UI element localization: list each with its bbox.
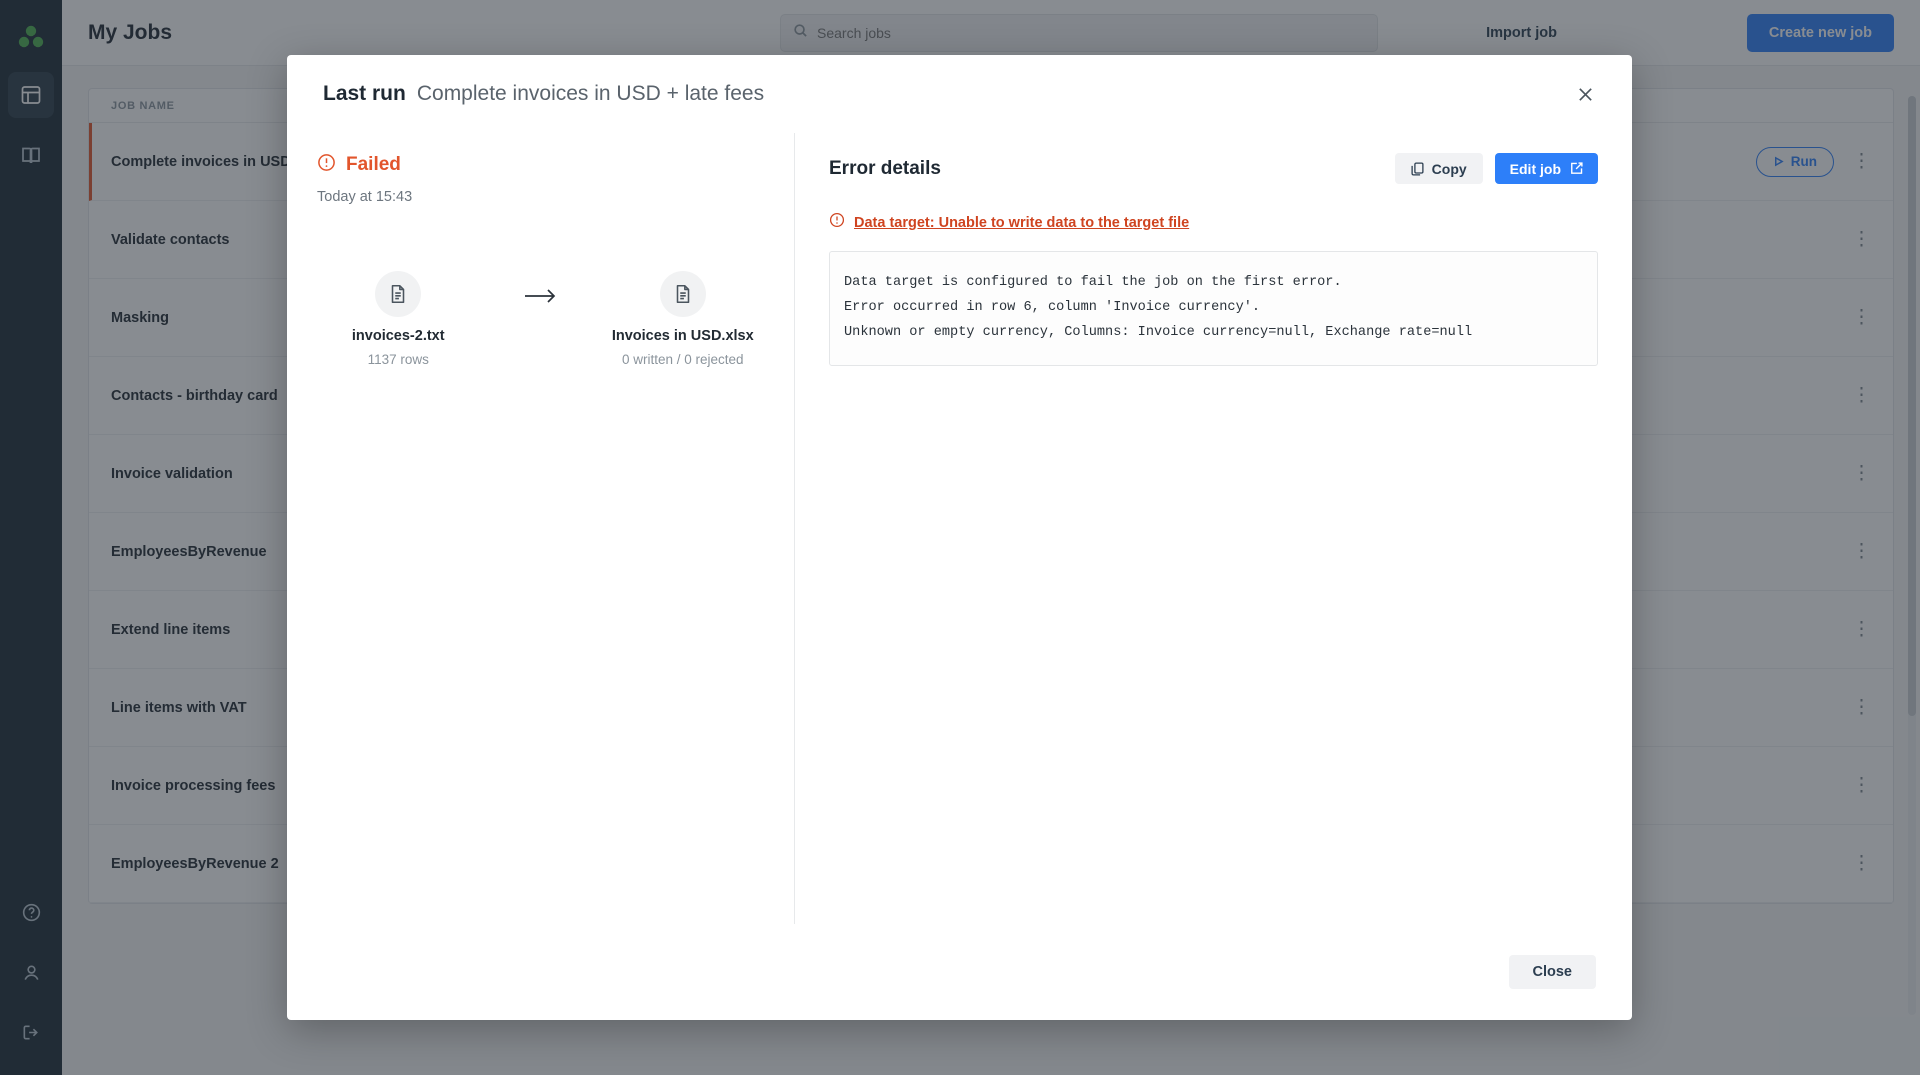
close-icon[interactable] bbox=[1568, 77, 1602, 111]
edit-job-button[interactable]: Edit job bbox=[1495, 153, 1598, 184]
error-link-row: Data target: Unable to write data to the… bbox=[829, 212, 1598, 233]
file-document-icon bbox=[375, 271, 421, 317]
modal-body: Failed Today at 15:43 invoices-2.txt 113… bbox=[287, 133, 1632, 924]
source-file-meta: 1137 rows bbox=[317, 352, 480, 367]
external-link-icon bbox=[1570, 162, 1583, 175]
flow-target-node[interactable]: Invoices in USD.xlsx 0 written / 0 rejec… bbox=[602, 271, 765, 367]
copy-label: Copy bbox=[1432, 161, 1467, 177]
arrow-right-icon bbox=[524, 287, 558, 310]
error-circle-icon bbox=[317, 153, 336, 177]
error-line: Data target is configured to fail the jo… bbox=[844, 270, 1583, 295]
run-status: Failed bbox=[317, 153, 764, 177]
modal-label: Last run bbox=[323, 82, 406, 106]
error-actions: Copy Edit job bbox=[1395, 153, 1598, 184]
copy-button[interactable]: Copy bbox=[1395, 153, 1483, 184]
target-file-meta: 0 written / 0 rejected bbox=[602, 352, 765, 367]
error-details-header: Error details Copy Edit job bbox=[829, 153, 1598, 184]
last-run-modal: Last run Complete invoices in USD + late… bbox=[287, 55, 1632, 1020]
flow-source-node[interactable]: invoices-2.txt 1137 rows bbox=[317, 271, 480, 367]
error-line: Error occurred in row 6, column 'Invoice… bbox=[844, 295, 1583, 320]
copy-icon bbox=[1411, 162, 1424, 176]
app-root: My Jobs Import job Create new job JOB NA… bbox=[0, 0, 1920, 1075]
error-message-box: Data target is configured to fail the jo… bbox=[829, 251, 1598, 366]
target-file-name: Invoices in USD.xlsx bbox=[602, 328, 765, 344]
error-details-pane: Error details Copy Edit job bbox=[795, 133, 1632, 924]
error-link[interactable]: Data target: Unable to write data to the… bbox=[854, 215, 1189, 231]
modal-title: Complete invoices in USD + late fees bbox=[417, 82, 764, 106]
close-button[interactable]: Close bbox=[1509, 955, 1597, 989]
error-details-title: Error details bbox=[829, 158, 941, 180]
modal-header: Last run Complete invoices in USD + late… bbox=[287, 55, 1632, 133]
modal-footer: Close bbox=[287, 924, 1632, 1020]
source-file-name: invoices-2.txt bbox=[317, 328, 480, 344]
error-circle-icon bbox=[829, 212, 845, 233]
run-summary-pane: Failed Today at 15:43 invoices-2.txt 113… bbox=[287, 133, 795, 924]
edit-job-label: Edit job bbox=[1510, 161, 1561, 177]
run-timestamp: Today at 15:43 bbox=[317, 189, 764, 205]
error-line: Unknown or empty currency, Columns: Invo… bbox=[844, 320, 1583, 345]
status-label: Failed bbox=[346, 154, 401, 176]
file-document-icon bbox=[660, 271, 706, 317]
data-flow-diagram: invoices-2.txt 1137 rows bbox=[317, 271, 764, 367]
